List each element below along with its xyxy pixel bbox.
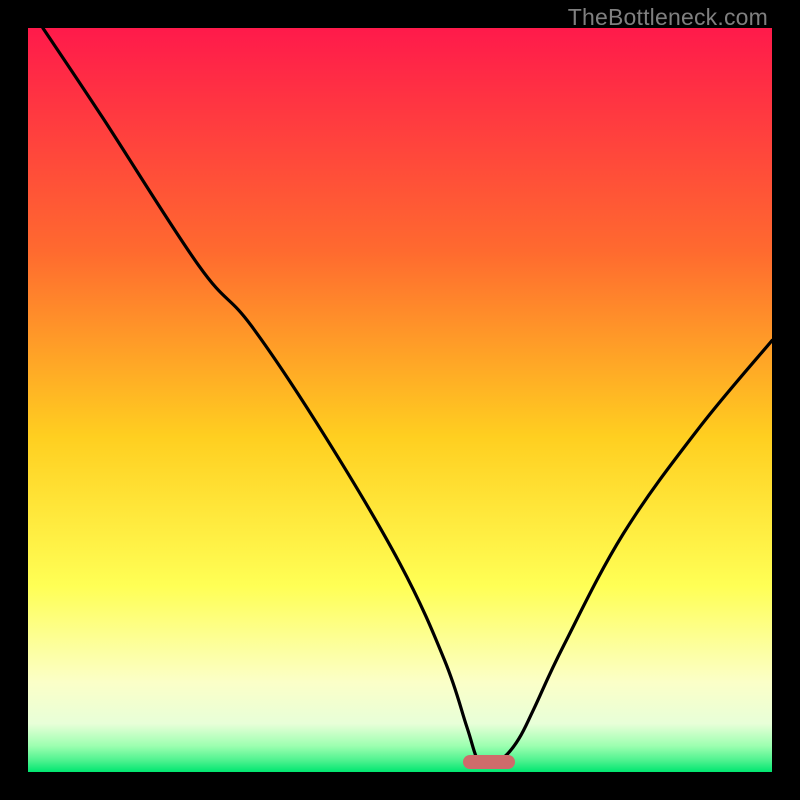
plot-area [28, 28, 772, 772]
background-gradient [28, 28, 772, 772]
watermark-text: TheBottleneck.com [568, 4, 768, 31]
optimal-marker [463, 755, 515, 769]
chart-frame [28, 28, 772, 772]
